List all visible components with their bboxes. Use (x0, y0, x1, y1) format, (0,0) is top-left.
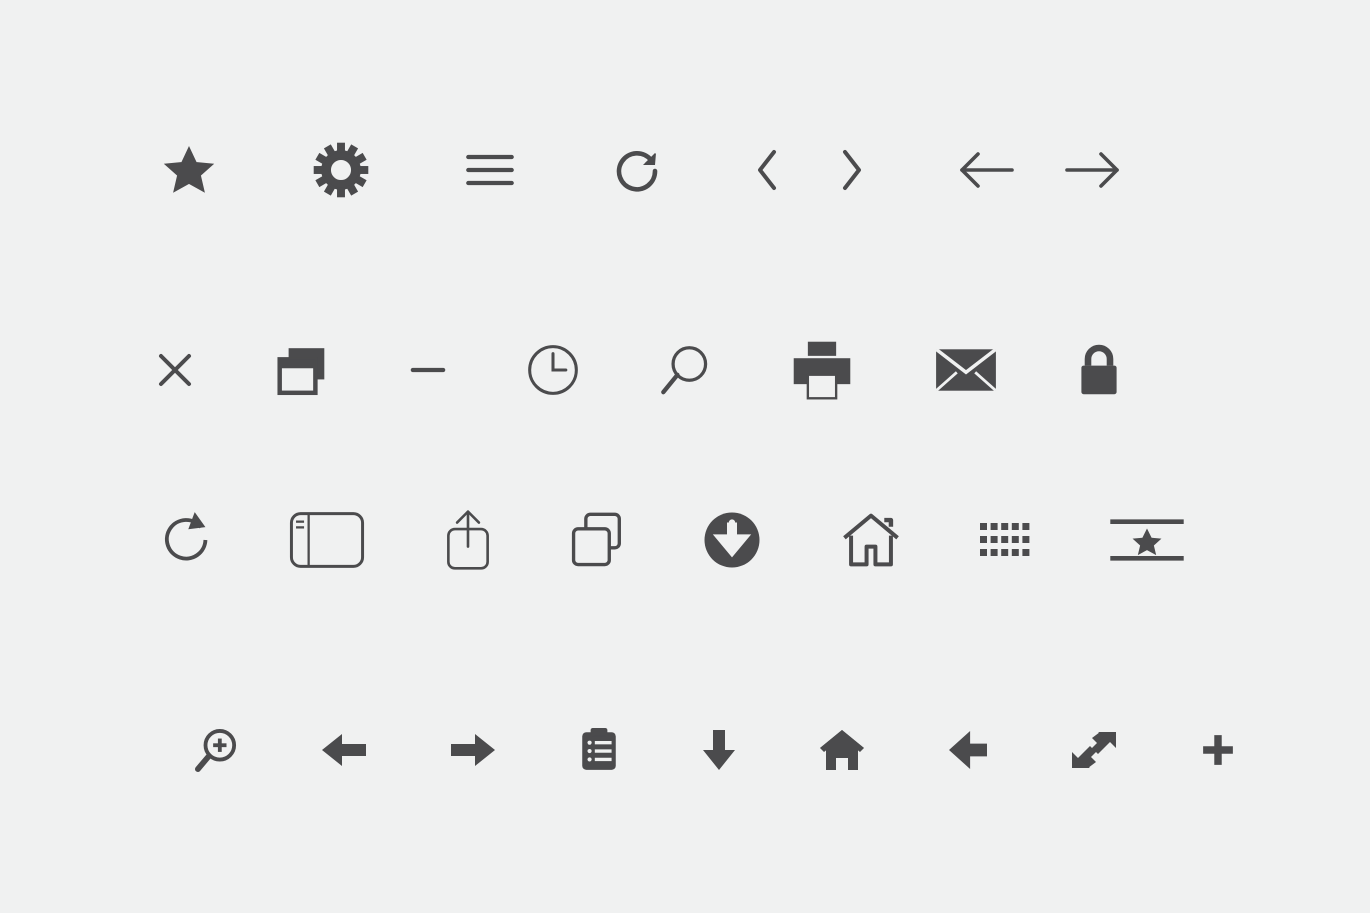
gear-icon (313, 142, 369, 198)
star-icon (160, 143, 218, 198)
clipboard-list-icon (580, 728, 618, 772)
close-icon (155, 350, 195, 390)
arrow-left-bold-icon (949, 731, 987, 769)
arrow-left-solid-icon (322, 733, 366, 767)
menu-icon (464, 150, 516, 190)
icon-row-1 (0, 130, 1370, 210)
icon-row-4 (0, 720, 1370, 780)
icon-row-2 (0, 330, 1370, 410)
lock-icon (1077, 343, 1121, 397)
chevron-right-icon (837, 146, 865, 194)
zoom-in-icon (195, 728, 237, 772)
home-icon (840, 511, 902, 569)
print-icon (789, 337, 855, 403)
download-circle-icon (702, 510, 762, 570)
redo-icon (611, 145, 659, 195)
arrow-left-icon (955, 150, 1017, 190)
arrow-right-solid-icon (451, 733, 495, 767)
arrow-right-icon (1062, 150, 1124, 190)
plus-icon (1201, 733, 1235, 767)
tablet-icon (288, 510, 366, 570)
reload-icon (158, 510, 210, 570)
bookmark-bar-icon (1108, 516, 1186, 564)
home-solid-icon (820, 730, 864, 770)
windows-icon (273, 343, 331, 398)
arrow-down-solid-icon (703, 730, 735, 770)
copy-icon (570, 511, 624, 569)
search-icon (659, 343, 711, 398)
clock-icon (525, 342, 581, 398)
icon-row-3 (0, 500, 1370, 580)
expand-icon (1072, 731, 1116, 769)
mail-icon (933, 347, 999, 393)
chevron-left-icon (754, 146, 782, 194)
nav-chevron-pair (754, 146, 865, 194)
share-icon (444, 507, 492, 573)
icon-sheet (0, 0, 1370, 913)
nav-arrow-pair (955, 150, 1124, 190)
minimize-icon (409, 360, 447, 380)
apps-grid-icon (980, 522, 1030, 558)
